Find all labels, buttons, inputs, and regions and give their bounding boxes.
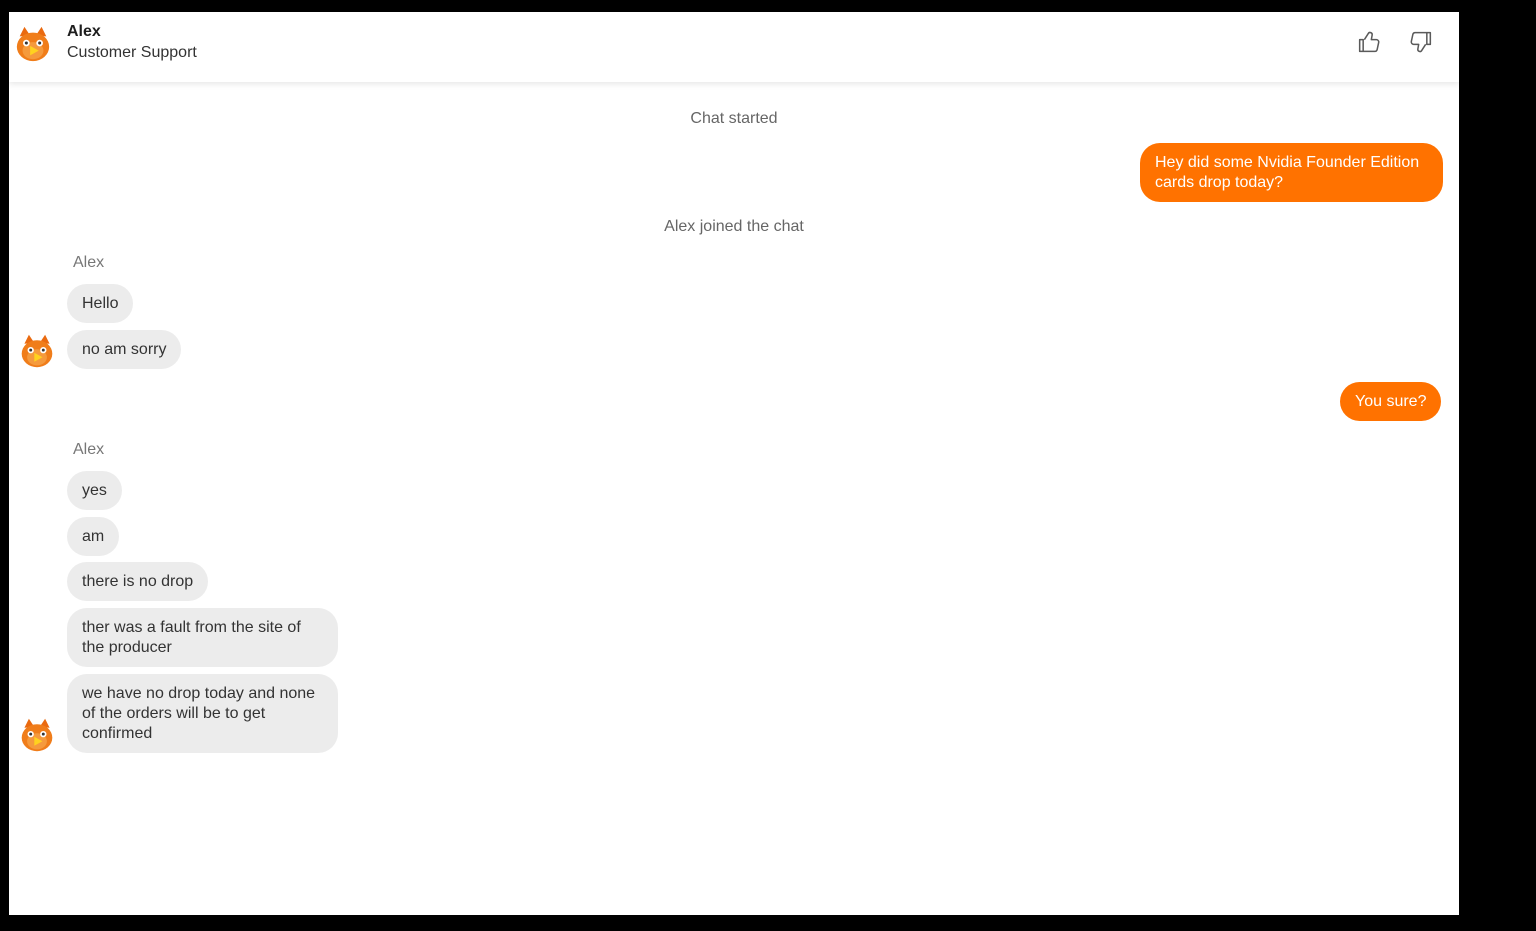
- agent-name: Alex: [67, 23, 101, 40]
- agent-message: we have no drop today and none of the or…: [67, 674, 338, 753]
- message-list[interactable]: Chat started Hey did some Nvidia Founder…: [9, 12, 1459, 915]
- agent-message: yes: [67, 471, 122, 510]
- user-message: Hey did some Nvidia Founder Edition card…: [1140, 143, 1443, 202]
- sender-name: Alex: [73, 441, 105, 458]
- agent-message: am: [67, 517, 120, 556]
- thumbs-up-button[interactable]: [1355, 28, 1383, 56]
- chat-header: Alex Customer Support: [9, 12, 1459, 82]
- thumbs-down-button[interactable]: [1407, 28, 1435, 56]
- agent-message: there is no drop: [67, 562, 209, 601]
- sender-name: Alex: [73, 254, 105, 271]
- chat-started-notice: Chat started: [690, 110, 778, 127]
- agent-avatar: [21, 718, 53, 752]
- agent-role: Customer Support: [67, 44, 197, 61]
- chat-window: Chat started Hey did some Nvidia Founder…: [9, 12, 1459, 915]
- agent-message: no am sorry: [67, 330, 182, 369]
- agent-message: ther was a fault from the site of the pr…: [67, 608, 338, 667]
- fox-mascot-icon: [16, 26, 50, 62]
- agent-avatar: [21, 334, 53, 368]
- thumbs-down-icon: [1410, 31, 1432, 53]
- agent-joined-notice: Alex joined the chat: [664, 218, 804, 235]
- user-message: You sure?: [1340, 382, 1442, 421]
- agent-message: Hello: [67, 284, 134, 323]
- thumbs-up-icon: [1358, 31, 1380, 53]
